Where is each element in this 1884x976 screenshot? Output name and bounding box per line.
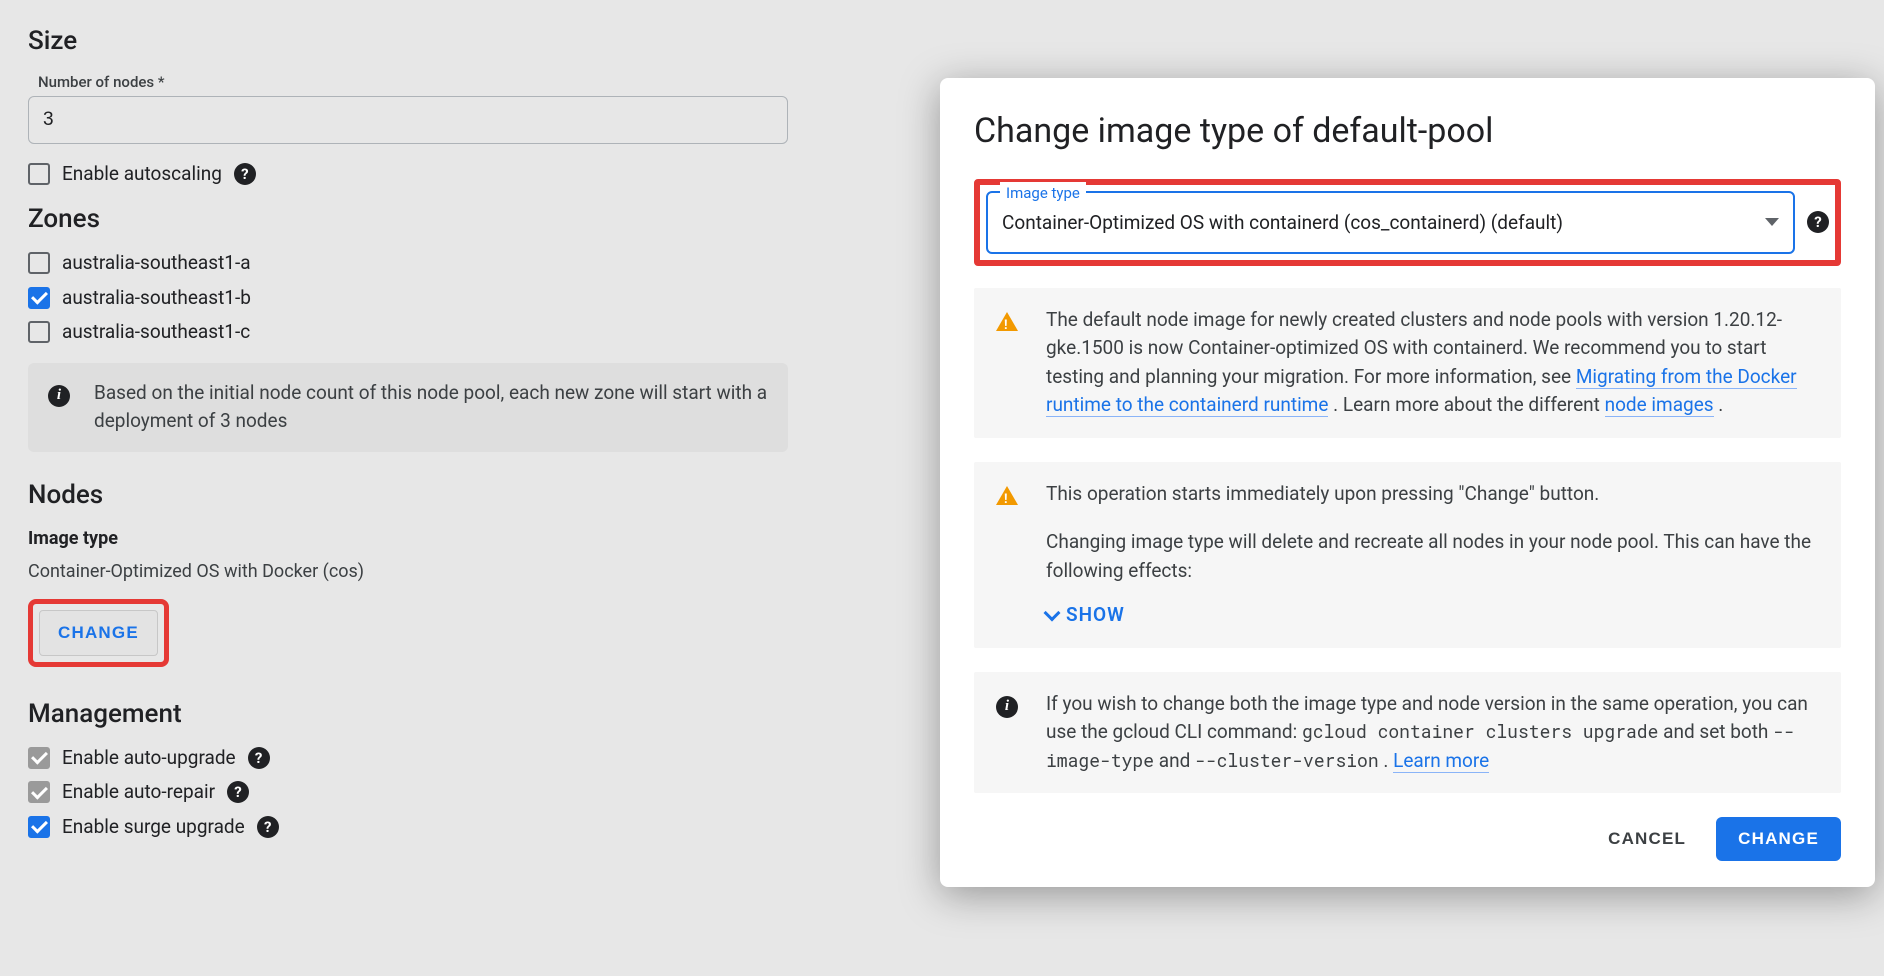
help-icon[interactable]: ? bbox=[234, 163, 256, 185]
autoscaling-label: Enable autoscaling bbox=[62, 160, 222, 189]
zone-label: australia-southeast1-a bbox=[62, 249, 251, 278]
image-type-select-highlight: Image type Container-Optimized OS with c… bbox=[974, 179, 1841, 266]
auto-repair-checkbox bbox=[28, 781, 50, 803]
help-icon[interactable]: ? bbox=[257, 816, 279, 838]
image-type-value: Container-Optimized OS with Docker (cos) bbox=[28, 558, 812, 585]
zone-label: australia-southeast1-b bbox=[62, 284, 251, 313]
chevron-down-icon bbox=[1765, 218, 1779, 226]
nodes-heading: Nodes bbox=[28, 476, 812, 515]
image-type-select-label: Image type bbox=[1000, 182, 1086, 205]
surge-upgrade-label: Enable surge upgrade bbox=[62, 813, 245, 842]
image-type-select-value: Container-Optimized OS with containerd (… bbox=[1002, 211, 1563, 234]
auto-repair-label: Enable auto-repair bbox=[62, 778, 215, 807]
help-icon[interactable]: ? bbox=[227, 781, 249, 803]
size-heading: Size bbox=[28, 22, 812, 61]
zone-checkbox-b[interactable] bbox=[28, 287, 50, 309]
nodes-count-label: Number of nodes * bbox=[38, 71, 812, 94]
auto-upgrade-label: Enable auto-upgrade bbox=[62, 744, 236, 773]
info-icon: i bbox=[996, 696, 1018, 718]
gcloud-command-code: gcloud container clusters upgrade bbox=[1302, 719, 1658, 743]
chevron-down-icon bbox=[1044, 605, 1061, 622]
zone-label: australia-southeast1-c bbox=[62, 318, 250, 347]
warning-icon bbox=[996, 312, 1018, 331]
zones-heading: Zones bbox=[28, 200, 812, 239]
change-button-highlight: CHANGE bbox=[28, 599, 169, 667]
learn-more-link[interactable]: Learn more bbox=[1393, 749, 1489, 773]
node-images-link[interactable]: node images bbox=[1605, 393, 1714, 417]
zone-checkbox-c[interactable] bbox=[28, 321, 50, 343]
management-heading: Management bbox=[28, 695, 812, 734]
help-icon[interactable]: ? bbox=[248, 747, 270, 769]
autoscaling-checkbox[interactable] bbox=[28, 163, 50, 185]
change-image-type-dialog: Change image type of default-pool Image … bbox=[940, 78, 1875, 887]
auto-upgrade-checkbox bbox=[28, 747, 50, 769]
warning-icon bbox=[996, 486, 1018, 505]
zones-info-text: Based on the initial node count of this … bbox=[94, 379, 768, 436]
operation-warning-box: This operation starts immediately upon p… bbox=[974, 462, 1841, 648]
zone-checkbox-a[interactable] bbox=[28, 252, 50, 274]
info-icon: i bbox=[48, 385, 70, 407]
warning-text: Changing image type will delete and recr… bbox=[1046, 528, 1819, 585]
migration-warning-box: The default node image for newly created… bbox=[974, 288, 1841, 438]
change-image-type-button[interactable]: CHANGE bbox=[39, 610, 158, 656]
cancel-button[interactable]: CANCEL bbox=[1592, 817, 1702, 861]
show-effects-toggle[interactable]: SHOW bbox=[1046, 601, 1125, 630]
help-icon[interactable]: ? bbox=[1807, 211, 1829, 233]
change-button[interactable]: CHANGE bbox=[1716, 817, 1841, 861]
image-type-label: Image type bbox=[28, 525, 812, 552]
dialog-title: Change image type of default-pool bbox=[974, 106, 1841, 157]
zones-info-box: i Based on the initial node count of thi… bbox=[28, 363, 788, 452]
cluster-version-flag-code: --cluster-version bbox=[1195, 748, 1379, 772]
image-type-select[interactable]: Image type Container-Optimized OS with c… bbox=[986, 191, 1795, 254]
nodes-count-input[interactable] bbox=[28, 96, 788, 144]
gcloud-info-box: i If you wish to change both the image t… bbox=[974, 672, 1841, 794]
surge-upgrade-checkbox[interactable] bbox=[28, 816, 50, 838]
warning-text: This operation starts immediately upon p… bbox=[1046, 480, 1819, 509]
